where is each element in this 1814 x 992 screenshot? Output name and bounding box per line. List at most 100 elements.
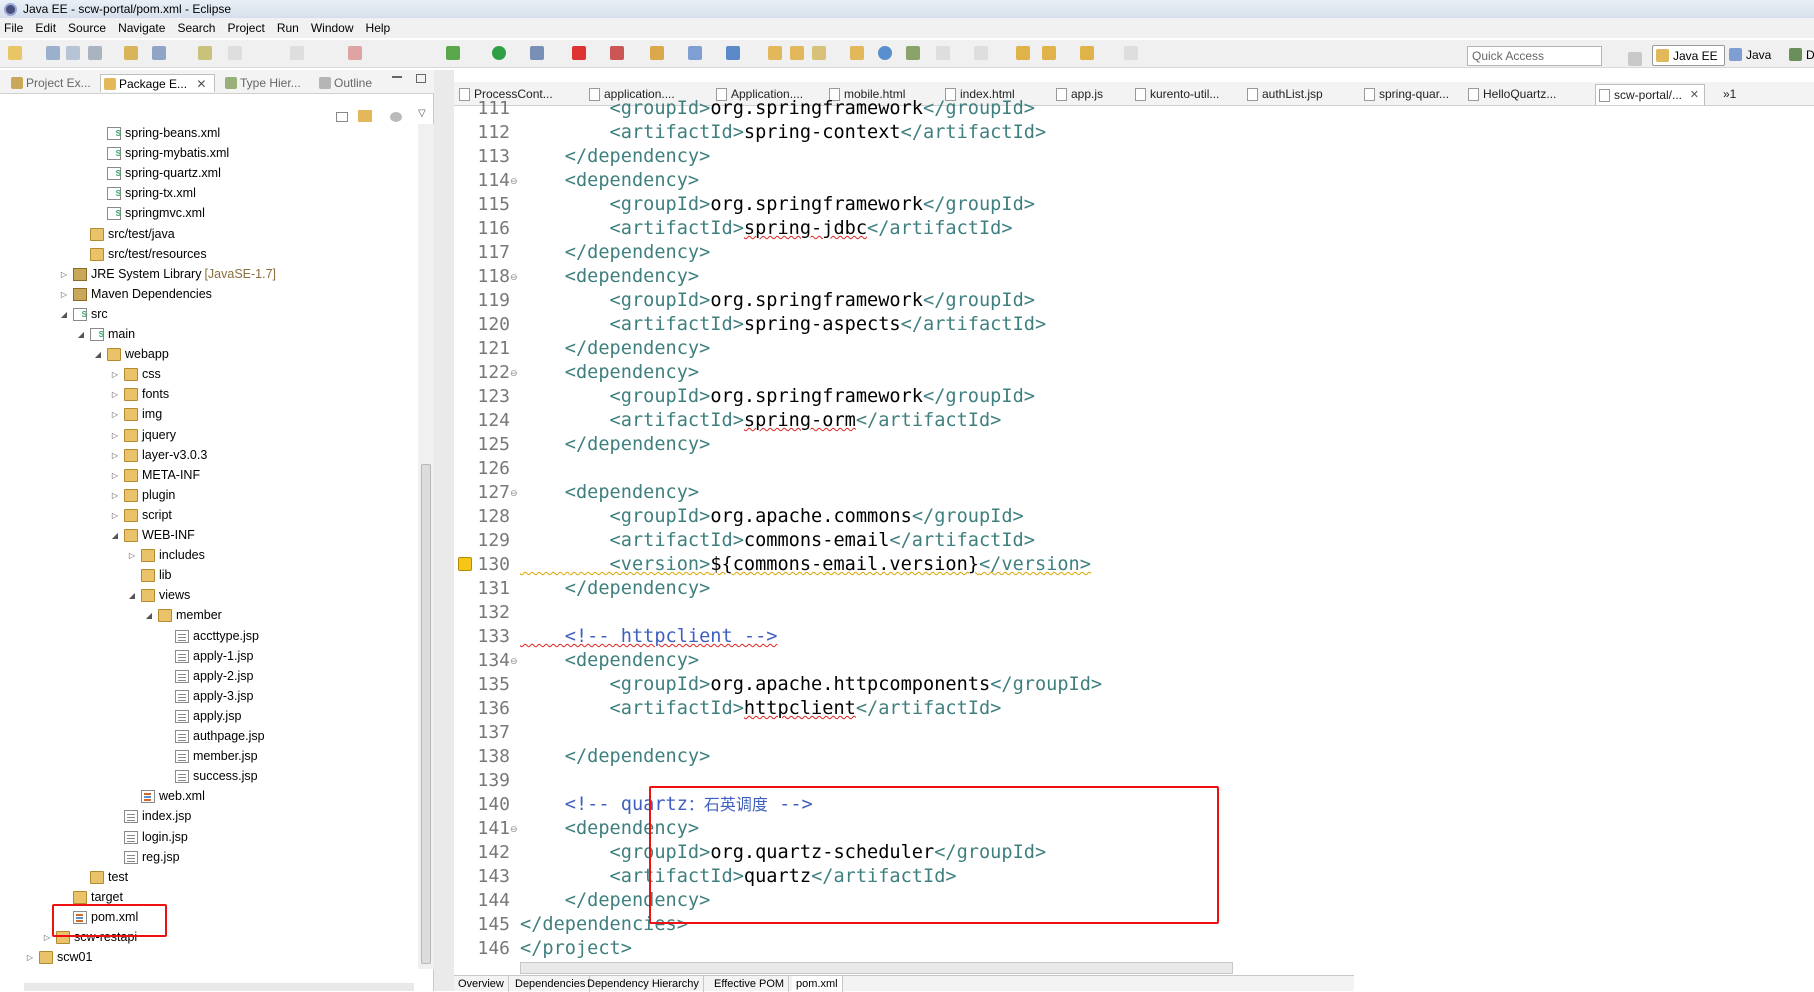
build-icon[interactable] — [152, 46, 166, 60]
tab-project-explorer[interactable]: Project Ex... — [8, 74, 91, 92]
expand-toggle-icon[interactable]: ◢ — [144, 606, 154, 625]
link-with-editor-icon[interactable] — [358, 110, 372, 122]
pin-editor-icon[interactable] — [1124, 46, 1138, 60]
perspective-d[interactable]: D — [1786, 45, 1814, 66]
tree-node[interactable]: src/test/java — [76, 225, 175, 244]
close-icon[interactable]: ✕ — [1690, 85, 1699, 106]
menu-navigate[interactable]: Navigate — [118, 21, 165, 35]
pom-page-tab[interactable]: Dependencies — [511, 976, 591, 992]
search-icon[interactable] — [812, 46, 826, 60]
tree-node[interactable]: springmvc.xml — [93, 204, 205, 223]
fold-toggle-icon[interactable]: ⊖ — [510, 649, 520, 673]
tree-node[interactable]: ▷ META-INF — [110, 466, 200, 485]
minimize-icon[interactable] — [392, 76, 402, 78]
view-menu-chevron-down-icon[interactable]: ▽ — [418, 108, 426, 119]
last-edit-icon[interactable] — [974, 46, 988, 60]
expand-toggle-icon[interactable]: ▷ — [59, 265, 69, 284]
tree-node[interactable]: ▷ jquery — [110, 426, 176, 445]
tree-vertical-scrollbar[interactable] — [418, 124, 434, 969]
focus-icon[interactable] — [390, 112, 402, 122]
expand-toggle-icon[interactable]: ◢ — [76, 325, 86, 344]
scroll-thumb[interactable] — [421, 464, 431, 964]
expand-toggle-icon[interactable]: ▷ — [110, 405, 120, 424]
new-class-icon[interactable] — [768, 46, 782, 60]
expand-toggle-icon[interactable]: ▷ — [110, 486, 120, 505]
expand-toggle-icon[interactable]: ◢ — [93, 345, 103, 364]
editor-tab[interactable]: authList.jsp — [1244, 84, 1323, 105]
server-stop-icon[interactable] — [572, 46, 586, 60]
expand-toggle-icon[interactable]: ▷ — [59, 285, 69, 304]
quick-access-input[interactable]: Quick Access — [1467, 46, 1602, 66]
fold-toggle-icon[interactable]: ⊖ — [510, 265, 520, 289]
menu-file[interactable]: File — [4, 21, 23, 35]
tree-node[interactable]: index.jsp — [110, 807, 191, 826]
open-perspective-icon[interactable] — [1628, 52, 1642, 66]
tree-node[interactable]: member.jsp — [161, 747, 258, 766]
tab-outline[interactable]: Outline — [316, 74, 372, 92]
debug-icon[interactable] — [446, 46, 460, 60]
perspective-java-ee[interactable]: Java EE — [1652, 45, 1725, 66]
pom-page-tab[interactable]: pom.xml — [792, 976, 843, 992]
expand-toggle-icon[interactable]: ▷ — [110, 506, 120, 525]
expand-toggle-icon[interactable]: ▷ — [110, 426, 120, 445]
tree-node[interactable]: ▷ layer-v3.0.3 — [110, 446, 207, 465]
undo-icon[interactable] — [228, 46, 242, 60]
next-edit-icon[interactable] — [936, 46, 950, 60]
globe-icon[interactable] — [878, 46, 892, 60]
tree-node[interactable]: success.jsp — [161, 767, 258, 786]
forward-icon[interactable] — [1080, 46, 1094, 60]
close-icon[interactable]: ✕ — [196, 77, 206, 91]
tree-node[interactable]: ▷ includes — [127, 546, 205, 565]
tree-node[interactable]: ◢ main — [76, 325, 135, 344]
warning-icon[interactable] — [458, 557, 472, 571]
pom-page-tab[interactable]: Dependency Hierarchy — [583, 976, 704, 992]
tree-node[interactable]: spring-beans.xml — [93, 124, 220, 143]
menu-project[interactable]: Project — [227, 21, 264, 35]
tree-node[interactable]: ▷ Maven Dependencies — [59, 285, 212, 304]
tree-node[interactable]: ◢ src — [59, 305, 108, 324]
tree-node[interactable]: lib — [127, 566, 172, 585]
tree-node[interactable]: reg.jsp — [110, 848, 180, 867]
open-folder-icon[interactable] — [790, 46, 804, 60]
tree-node[interactable]: web.xml — [127, 787, 205, 806]
editor-tab[interactable]: kurento-util... — [1132, 84, 1219, 105]
collapse-all-icon[interactable] — [336, 112, 348, 122]
expand-toggle-icon[interactable]: ◢ — [59, 305, 69, 324]
back-icon[interactable] — [1016, 46, 1030, 60]
tab-type-hierarchy[interactable]: Type Hier... — [222, 74, 301, 92]
tab-package-explorer[interactable]: Package E... ✕ — [100, 74, 216, 92]
new-package-icon[interactable] — [726, 46, 740, 60]
menu-window[interactable]: Window — [311, 21, 354, 35]
run-external-icon[interactable] — [530, 46, 544, 60]
expand-toggle-icon[interactable]: ▷ — [127, 546, 137, 565]
tree-node[interactable]: ▷ JRE System Library [JavaSE-1.7] — [59, 265, 276, 284]
save-icon[interactable] — [46, 46, 60, 60]
tree-node[interactable]: apply-1.jsp — [161, 647, 253, 666]
tree-node[interactable]: ▷ scw01 — [25, 948, 92, 967]
tree-node[interactable]: spring-quartz.xml — [93, 164, 221, 183]
tree-node[interactable]: apply-2.jsp — [161, 667, 253, 686]
save-all-icon[interactable] — [66, 46, 80, 60]
tree-node[interactable]: login.jsp — [110, 828, 188, 847]
editor-tab[interactable]: app.js — [1053, 84, 1103, 105]
editor-horizontal-scrollbar[interactable] — [520, 962, 1233, 974]
toggle-mark-icon[interactable] — [198, 46, 212, 60]
deploy-icon[interactable] — [610, 46, 624, 60]
tree-node[interactable]: apply-3.jsp — [161, 687, 253, 706]
menu-help[interactable]: Help — [366, 21, 391, 35]
tree-node[interactable]: authpage.jsp — [161, 727, 265, 746]
tree-node[interactable]: ▷ plugin — [110, 486, 175, 505]
fold-toggle-icon[interactable]: ⊖ — [510, 361, 520, 385]
expand-toggle-icon[interactable]: ▷ — [110, 466, 120, 485]
menu-search[interactable]: Search — [177, 21, 215, 35]
perspective-java[interactable]: Java — [1726, 45, 1777, 66]
new-java-project-icon[interactable] — [688, 46, 702, 60]
tree-node[interactable]: src/test/resources — [76, 245, 207, 264]
editor-tab[interactable]: spring-quar... — [1361, 84, 1449, 105]
fold-toggle-icon[interactable]: ⊖ — [510, 169, 520, 193]
expand-toggle-icon[interactable]: ▷ — [25, 948, 35, 967]
tree-node[interactable]: ▷ fonts — [110, 385, 169, 404]
expand-toggle-icon[interactable]: ▷ — [110, 365, 120, 384]
new-server-icon[interactable] — [650, 46, 664, 60]
terminate-icon[interactable] — [348, 46, 362, 60]
